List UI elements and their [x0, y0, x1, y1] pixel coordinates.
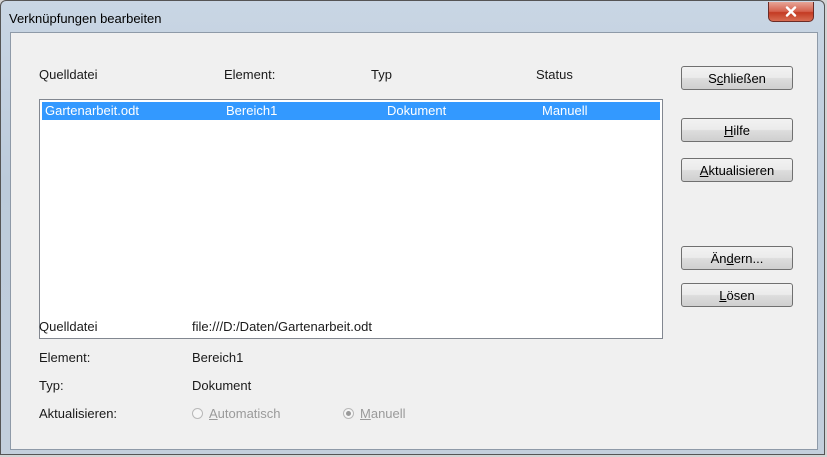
close-button-label-pre: S: [708, 70, 717, 86]
column-header-element[interactable]: Element:: [224, 67, 275, 82]
links-list[interactable]: Gartenarbeit.odt Bereich1 Dokument Manue…: [39, 99, 663, 339]
help-button-label-post: ilfe: [733, 122, 750, 138]
row-type: Dokument: [387, 103, 447, 118]
modify-button-label-pre: Än: [710, 250, 727, 266]
close-icon: [785, 6, 797, 17]
type-label: Typ:: [39, 378, 64, 393]
radio-automatic-mnemonic: A: [209, 406, 218, 421]
table-row[interactable]: Gartenarbeit.odt Bereich1 Dokument Manue…: [42, 102, 660, 120]
row-element: Bereich1: [226, 103, 278, 118]
row-status: Manuell: [542, 103, 588, 118]
radio-automatic-label: Automatisch: [209, 406, 281, 421]
update-button[interactable]: Aktualisieren: [681, 158, 793, 182]
row-source: Gartenarbeit.odt: [45, 103, 139, 118]
modify-button-label-post: ern...: [733, 250, 764, 266]
title-bar[interactable]: Verknüpfungen bearbeiten: [1, 1, 824, 31]
source-value: file:///D:/Daten/Gartenarbeit.odt: [192, 319, 372, 334]
modify-button[interactable]: Än d ern...: [681, 246, 793, 270]
column-header-status[interactable]: Status: [536, 67, 573, 82]
release-button[interactable]: Lösen: [681, 283, 793, 307]
help-button[interactable]: Hilfe: [681, 118, 793, 142]
update-button-mnemonic: A: [699, 162, 709, 178]
column-header-type[interactable]: Typ: [371, 67, 392, 82]
radio-automatic-circle[interactable]: [192, 408, 203, 419]
close-button[interactable]: Sc hließen: [681, 66, 793, 90]
update-mode-label: Aktualisieren:: [39, 406, 118, 421]
source-label: Quelldatei: [39, 319, 98, 334]
release-button-mnemonic: L: [719, 287, 727, 303]
help-button-mnemonic: H: [723, 122, 734, 138]
type-value: Dokument: [192, 378, 252, 393]
modify-button-mnemonic: d: [726, 250, 734, 266]
column-header-source[interactable]: Quelldatei: [39, 67, 98, 82]
close-window-button[interactable]: [768, 2, 814, 22]
element-value: Bereich1: [192, 350, 244, 365]
window-title: Verknüpfungen bearbeiten: [9, 11, 162, 26]
close-button-label-post: hließen: [723, 70, 766, 86]
dialog-window: Verknüpfungen bearbeiten Quelldatei Elem…: [0, 0, 825, 455]
radio-manual[interactable]: Manuell: [343, 406, 406, 421]
update-button-label-post: ktualisieren: [708, 162, 775, 178]
radio-automatic[interactable]: Automatisch: [192, 406, 281, 421]
radio-manual-circle[interactable]: [343, 408, 354, 419]
release-button-label-post: ösen: [726, 287, 755, 303]
element-label: Element:: [39, 350, 91, 365]
radio-manual-label: Manuell: [360, 406, 406, 421]
radio-manual-label-post: anuell: [370, 406, 406, 421]
dialog-client-area: Quelldatei Element: Typ Status Gartenarb…: [10, 32, 818, 450]
radio-manual-mnemonic: M: [360, 406, 371, 421]
radio-automatic-label-post: utomatisch: [217, 406, 281, 421]
